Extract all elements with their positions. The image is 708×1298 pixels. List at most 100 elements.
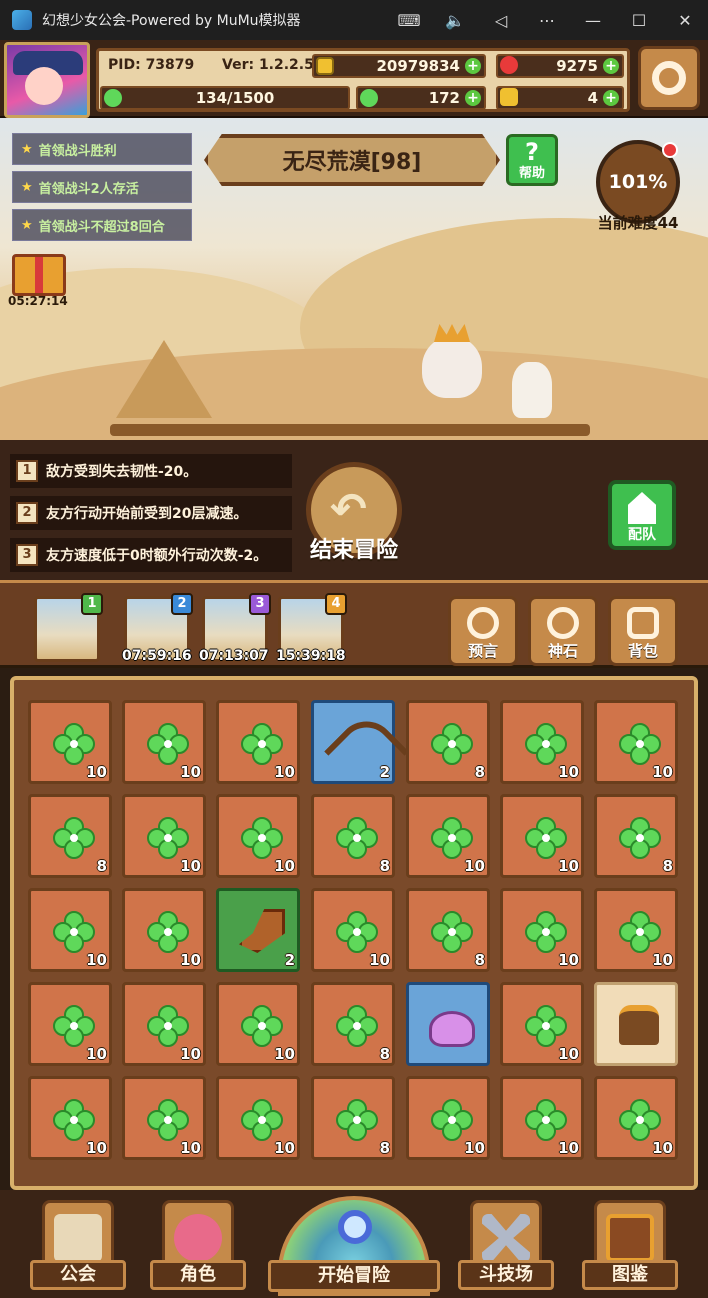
- inventory-slot[interactable]: 8: [594, 794, 678, 878]
- boss-character-sprite: [412, 318, 492, 408]
- clover-icon: [241, 723, 283, 765]
- inventory-slot[interactable]: 10: [28, 700, 112, 784]
- slot-badge: 1: [81, 593, 103, 615]
- inventory-slot[interactable]: 10: [500, 888, 584, 972]
- inventory-slot[interactable]: 10: [122, 888, 206, 972]
- clover-icon: [241, 1099, 283, 1141]
- stone-icon: [547, 607, 579, 639]
- start-adventure-button[interactable]: 开始冒险: [268, 1196, 440, 1296]
- quest-item: ★ 首领战斗2人存活: [12, 171, 192, 203]
- inventory-slot[interactable]: 10: [406, 794, 490, 878]
- inventory-slot[interactable]: [594, 982, 678, 1066]
- inventory-slot[interactable]: 10: [122, 1076, 206, 1160]
- back-icon[interactable]: ◁: [478, 0, 524, 40]
- nav-codex[interactable]: 图鉴: [582, 1200, 678, 1296]
- item-count: 10: [274, 1045, 295, 1063]
- window-titlebar: 幻想少女公会-Powered by MuMu模拟器 ⌨ 🔈 ◁ ⋯ — ☐ ✕: [0, 0, 708, 40]
- inventory-slot[interactable]: 10: [500, 982, 584, 1066]
- cat-sprite: [512, 362, 552, 418]
- clover-icon: [147, 723, 189, 765]
- slot-badge: 2: [171, 593, 193, 615]
- inventory-slot[interactable]: 10: [28, 1076, 112, 1160]
- nav-arena[interactable]: 斗技场: [458, 1200, 554, 1296]
- add-gold-button[interactable]: +: [465, 58, 481, 74]
- gift-timer: 05:27:14: [8, 294, 68, 308]
- player-avatar[interactable]: [4, 42, 90, 118]
- inventory-slot[interactable]: 8: [28, 794, 112, 878]
- keyboard-icon[interactable]: ⌨: [386, 0, 432, 40]
- clover-icon: [53, 1005, 95, 1047]
- expedition-slot[interactable]: 1: [34, 593, 103, 662]
- item-count: 10: [86, 763, 107, 781]
- minimize-icon[interactable]: —: [570, 0, 616, 40]
- clover-icon: [53, 1099, 95, 1141]
- clover-icon: [431, 1099, 473, 1141]
- settings-button[interactable]: [638, 46, 700, 110]
- item-count: 8: [96, 857, 107, 875]
- clover-icon: [525, 1099, 567, 1141]
- key-value: 4: [587, 89, 598, 107]
- inventory-slot[interactable]: 2: [216, 888, 300, 972]
- difficulty-percent: 101%: [608, 171, 668, 193]
- slot-badge: 4: [325, 593, 347, 615]
- inventory-slot[interactable]: 10: [122, 700, 206, 784]
- add-clover-button[interactable]: +: [465, 90, 481, 106]
- nav-guild[interactable]: 公会: [30, 1200, 126, 1296]
- inventory-slot[interactable]: 10: [594, 700, 678, 784]
- red-gem-icon: [500, 56, 518, 74]
- help-button[interactable]: ? 帮助: [506, 134, 558, 186]
- game-version: Ver: 1.2.2.5: [222, 57, 314, 73]
- close-icon[interactable]: ✕: [662, 0, 708, 40]
- inventory-slot[interactable]: 10: [216, 982, 300, 1066]
- clover-icon: [147, 1005, 189, 1047]
- inventory-slot[interactable]: 10: [406, 1076, 490, 1160]
- item-count: 10: [464, 857, 485, 875]
- inventory-slot[interactable]: 10: [122, 982, 206, 1066]
- inventory-slot[interactable]: 10: [216, 794, 300, 878]
- inventory-slot[interactable]: 10: [500, 794, 584, 878]
- slime-icon: [429, 1011, 475, 1047]
- inventory-slot[interactable]: 8: [311, 1076, 395, 1160]
- inventory-slot[interactable]: 10: [216, 1076, 300, 1160]
- item-count: 10: [274, 857, 295, 875]
- end-adventure-button[interactable]: ↶ 结束冒险: [300, 462, 408, 566]
- nav-character[interactable]: 角色: [150, 1200, 246, 1296]
- star-icon: ★: [21, 141, 33, 157]
- clover-icon: [525, 1005, 567, 1047]
- item-count: 10: [652, 951, 673, 969]
- star-icon: ★: [21, 217, 33, 233]
- divine-stone-button[interactable]: 神石: [528, 596, 598, 666]
- prophecy-button[interactable]: 预言: [448, 596, 518, 666]
- inventory-slot[interactable]: 2: [311, 700, 409, 794]
- volume-icon[interactable]: 🔈: [432, 0, 478, 40]
- player-id: PID: 73879: [108, 57, 195, 73]
- inventory-slot[interactable]: 10: [594, 888, 678, 972]
- key-icon: [500, 88, 518, 106]
- clover-icon: [431, 911, 473, 953]
- prophecy-label: 预言: [467, 642, 498, 660]
- inventory-slot[interactable]: 10: [122, 794, 206, 878]
- inventory-slot[interactable]: 8: [311, 982, 395, 1066]
- add-gem-button[interactable]: +: [603, 58, 619, 74]
- inventory-slot[interactable]: 10: [28, 982, 112, 1066]
- maximize-icon[interactable]: ☐: [616, 0, 662, 40]
- inventory-slot[interactable]: 8: [311, 794, 395, 878]
- backpack-button[interactable]: 背包: [608, 596, 678, 666]
- add-key-button[interactable]: +: [603, 90, 619, 106]
- inventory-slot[interactable]: 10: [594, 1076, 678, 1160]
- inventory-slot[interactable]: 10: [311, 888, 395, 972]
- inventory-slot[interactable]: 10: [28, 888, 112, 972]
- end-adventure-label: 结束冒险: [309, 538, 398, 563]
- inventory-slot[interactable]: 10: [500, 1076, 584, 1160]
- ground-platform: [110, 424, 590, 436]
- inventory-slot[interactable]: 8: [406, 888, 490, 972]
- codex-book-icon: [606, 1214, 654, 1262]
- inventory-slot[interactable]: 8: [406, 700, 490, 784]
- inventory-slot[interactable]: [406, 982, 490, 1066]
- team-button[interactable]: 配队: [608, 480, 676, 550]
- question-icon: ?: [525, 138, 539, 166]
- inventory-slot[interactable]: 10: [500, 700, 584, 784]
- more-icon[interactable]: ⋯: [524, 0, 570, 40]
- gift-box-icon[interactable]: [12, 254, 66, 296]
- inventory-slot[interactable]: 10: [216, 700, 300, 784]
